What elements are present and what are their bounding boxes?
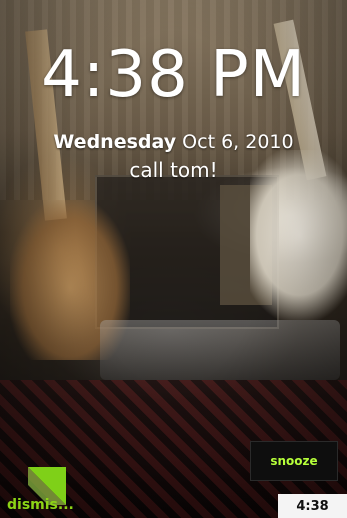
snooze-button[interactable]: snooze (250, 441, 338, 481)
status-time: 4:38 (278, 494, 347, 518)
date-line: Wednesday Oct 6, 2010 (0, 131, 347, 153)
weekday: Wednesday (53, 131, 177, 153)
alarm-note: call tom! (129, 158, 218, 182)
date-text: Oct 6, 2010 (182, 131, 294, 153)
dismiss-label[interactable]: dismis... (7, 497, 74, 513)
clock-time: 4:38 PM (41, 38, 306, 112)
